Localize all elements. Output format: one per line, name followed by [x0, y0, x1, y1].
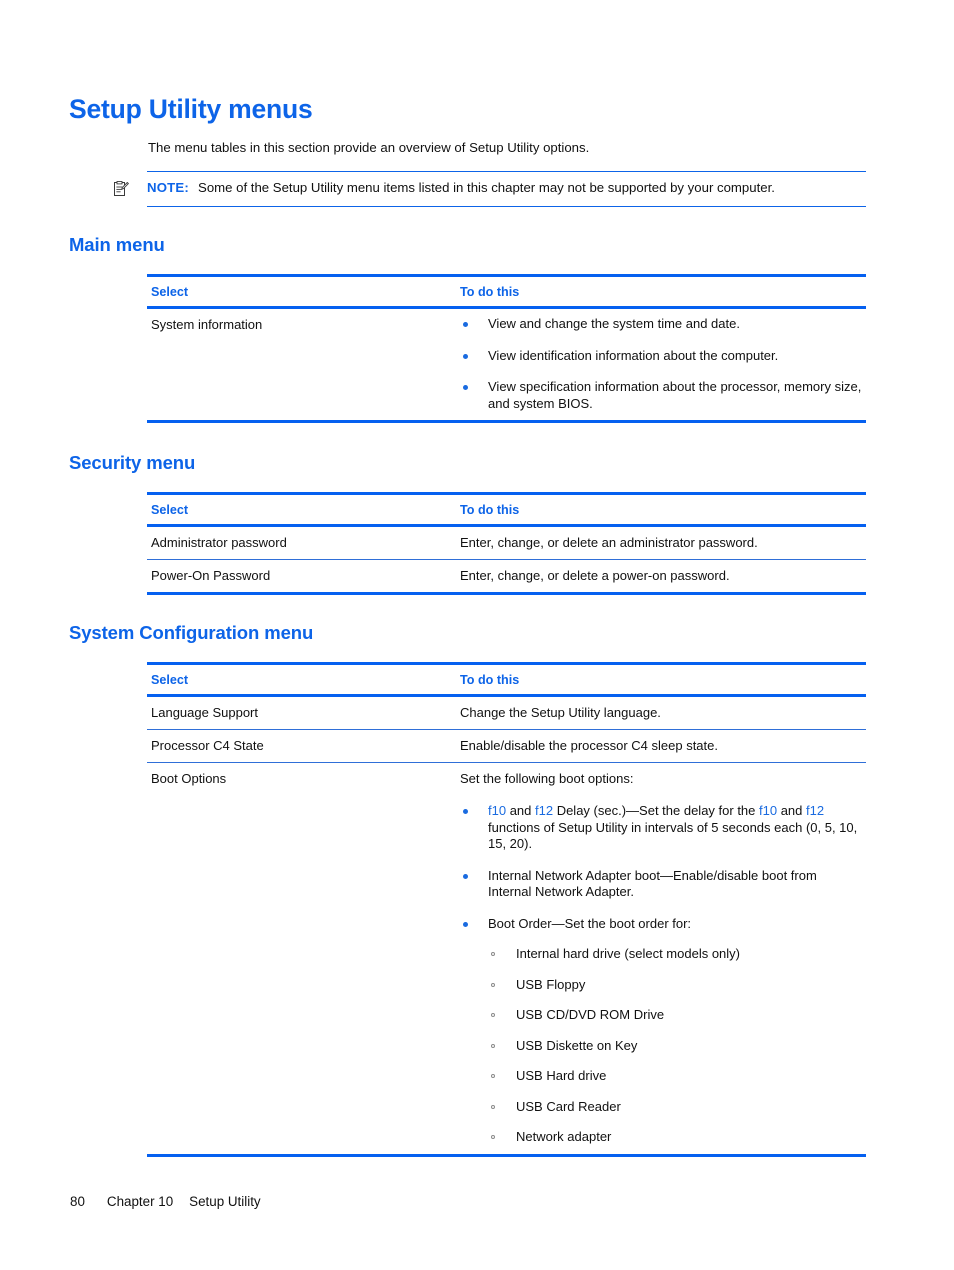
header-cell-todo: To do this — [460, 503, 520, 517]
table-row: System information View and change the s… — [147, 309, 866, 420]
note-clipboard-icon — [114, 181, 129, 197]
footer-page-number: 80 — [70, 1194, 85, 1209]
key-reference-link[interactable]: f12 — [535, 803, 553, 818]
table-row: Administrator password Enter, change, or… — [147, 527, 866, 560]
boot-options-lead: Set the following boot options: — [460, 771, 634, 786]
list-item: View and change the system time and date… — [460, 316, 862, 333]
footer-chapter: Chapter 10 — [106, 1194, 174, 1209]
list-item: USB Hard drive — [488, 1068, 862, 1085]
table-header-row: Select To do this — [147, 495, 866, 527]
document-page: Setup Utility menus The menu tables in t… — [0, 0, 954, 1270]
heading-main-menu: Main menu — [69, 234, 165, 255]
key-reference-link[interactable]: f10 — [759, 803, 777, 818]
bullet-list: View and change the system time and date… — [460, 316, 862, 412]
table-system-configuration-menu: Select To do this Language Support Chang… — [147, 662, 866, 1157]
header-cell-select: Select — [151, 503, 189, 517]
list-item: USB CD/DVD ROM Drive — [488, 1007, 862, 1024]
list-item: Internal hard drive (select models only) — [488, 946, 862, 963]
network-adapter-boot-rich-text: Internal Network Adapter boot—Enable/dis… — [488, 867, 817, 900]
cell-select: Administrator password — [151, 535, 287, 550]
table-header-row: Select To do this — [147, 277, 866, 309]
heading-security-menu: Security menu — [69, 452, 196, 473]
boot-delay-rich-text: f10 and f12 Delay (sec.)—Set the delay f… — [488, 803, 858, 851]
cell-todo: Enable/disable the processor C4 sleep st… — [460, 738, 718, 753]
cell-todo: Change the Setup Utility language. — [460, 705, 661, 720]
cell-todo: Enter, change, or delete an administrato… — [460, 535, 758, 550]
list-item: View identification information about th… — [460, 348, 862, 365]
note-callout: NOTE: Some of the Setup Utility menu item… — [114, 171, 866, 207]
header-cell-select: Select — [151, 673, 189, 687]
page-title: Setup Utility menus — [69, 94, 313, 124]
cell-select: Processor C4 State — [151, 738, 264, 753]
cell-todo: Enter, change, or delete a power-on pass… — [460, 568, 730, 583]
list-item: USB Card Reader — [488, 1099, 862, 1116]
list-item: USB Floppy — [488, 977, 862, 994]
table-header-row: Select To do this — [147, 665, 866, 697]
table-security-menu: Select To do this Administrator password… — [147, 492, 866, 595]
cell-select: Language Support — [151, 705, 258, 720]
boot-order-sublist: Internal hard drive (select models only)… — [488, 946, 862, 1146]
note-label: NOTE: — [147, 180, 190, 195]
cell-select: System information — [151, 317, 263, 332]
boot-options-bullet-list: f10 and f12 Delay (sec.)—Set the delay f… — [460, 803, 862, 1146]
note-text: NOTE: Some of the Setup Utility menu item… — [147, 179, 866, 198]
table-row: Language Support Change the Setup Utilit… — [147, 697, 866, 730]
key-reference-link[interactable]: f10 — [488, 803, 506, 818]
list-item: Internal Network Adapter boot—Enable/dis… — [460, 868, 862, 901]
list-item: Boot Order—Set the boot order for: Inter… — [460, 916, 862, 1146]
table-row: Power-On Password Enter, change, or dele… — [147, 560, 866, 592]
cell-select: Boot Options — [151, 771, 227, 786]
table-row: Boot Options Set the following boot opti… — [147, 763, 866, 1154]
key-reference-link[interactable]: f12 — [806, 803, 824, 818]
page-footer: 80 Chapter 10 Setup Utility — [70, 1194, 261, 1209]
list-item: View specification information about the… — [460, 379, 862, 412]
intro-paragraph: The menu tables in this section provide … — [148, 140, 590, 155]
cell-todo: Set the following boot options: f10 and … — [454, 763, 866, 1154]
header-cell-todo: To do this — [460, 285, 520, 299]
heading-system-configuration-menu: System Configuration menu — [69, 622, 314, 643]
table-row: Processor C4 State Enable/disable the pr… — [147, 730, 866, 763]
header-cell-todo: To do this — [460, 673, 520, 687]
cell-select: Power-On Password — [151, 568, 271, 583]
list-item: Network adapter — [488, 1129, 862, 1146]
footer-chapter-title: Setup Utility — [189, 1194, 261, 1209]
boot-order-rich-text: Boot Order—Set the boot order for: — [488, 915, 692, 931]
note-body: Some of the Setup Utility menu items lis… — [198, 180, 775, 195]
list-item: f10 and f12 Delay (sec.)—Set the delay f… — [460, 803, 862, 853]
header-cell-select: Select — [151, 285, 189, 299]
table-main-menu: Select To do this System information Vie… — [147, 274, 866, 423]
cell-todo: View and change the system time and date… — [454, 309, 866, 420]
list-item: USB Diskette on Key — [488, 1038, 862, 1055]
